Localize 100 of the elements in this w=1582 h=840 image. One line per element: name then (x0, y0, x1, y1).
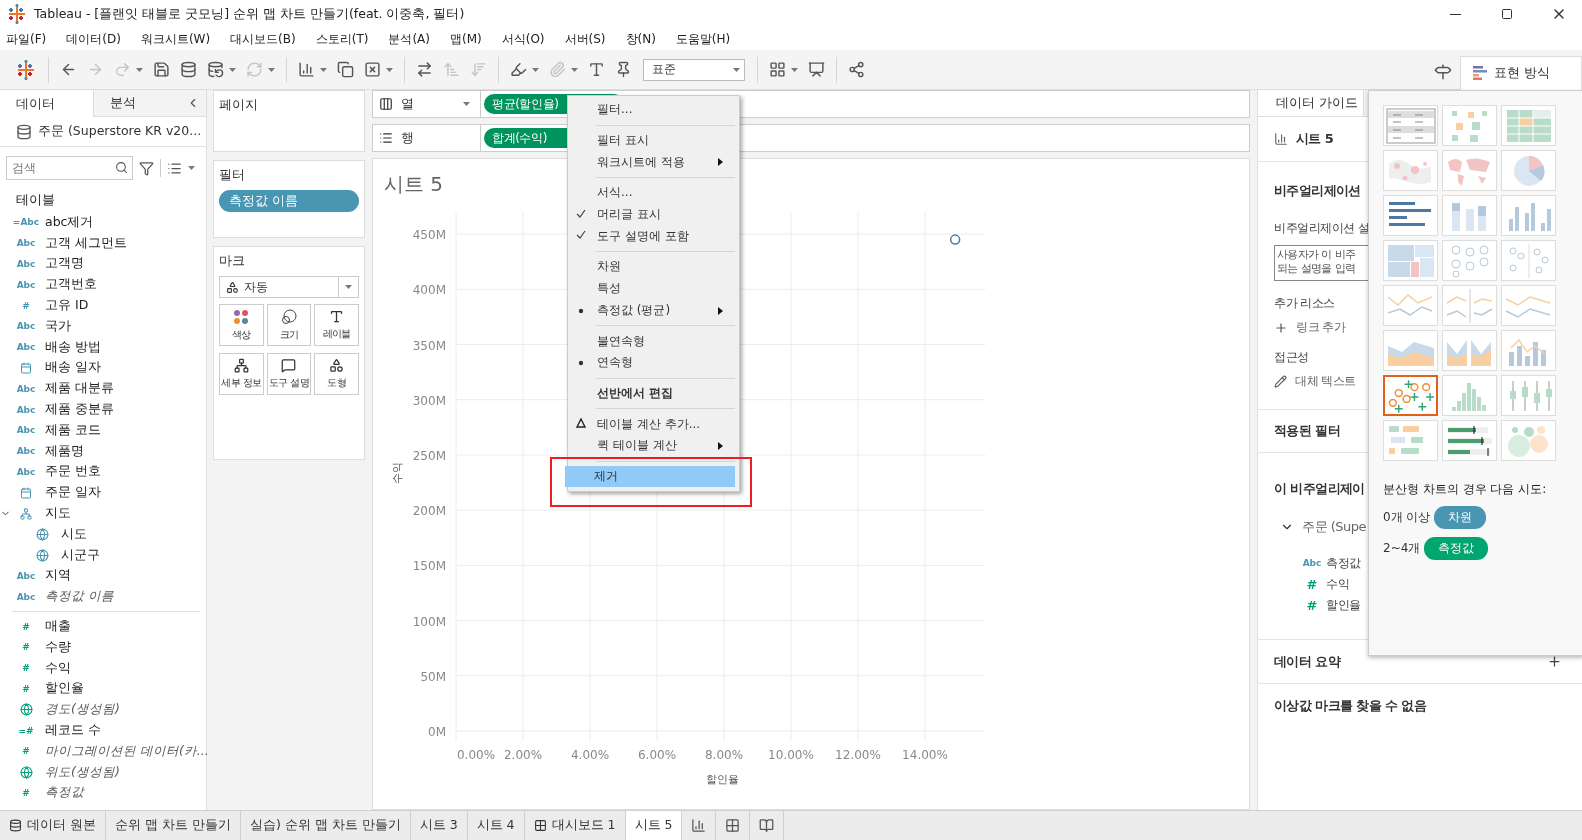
mark-property-button[interactable]: 레이블 (314, 304, 359, 346)
data-point[interactable] (949, 234, 961, 245)
plus-icon[interactable] (1547, 654, 1562, 669)
pane-tab[interactable]: 분석 (92, 90, 186, 117)
x-axis-tick-label: 10.00% (768, 748, 814, 762)
menu-item[interactable]: 스토리(T) (315, 30, 377, 48)
menu-item[interactable]: 창(N) (625, 30, 664, 48)
context-menu-item[interactable]: 차원 (568, 256, 735, 278)
field-name[interactable]: 수량 (45, 638, 71, 656)
field-type-label: # (1305, 576, 1319, 592)
context-menu-item[interactable]: 워크시트에 적용 (568, 151, 735, 174)
field-type-label: Abc (15, 570, 37, 581)
signpost-icon[interactable] (1434, 62, 1452, 81)
menu-item[interactable]: 워크시트(W) (140, 30, 219, 48)
field-type-label: # (21, 642, 31, 653)
field-name[interactable]: 매출 (45, 618, 71, 636)
field-name[interactable]: 시도 (61, 525, 87, 543)
mark-property-button[interactable]: 도구 설명 (266, 353, 312, 395)
caret-icon (733, 67, 740, 72)
context-menu-item[interactable]: 퀵 테이블 계산 (568, 434, 735, 457)
field-name[interactable]: 고객번호 (45, 276, 97, 294)
sheet-tab[interactable]: 시트 5 (625, 811, 683, 840)
add-link[interactable]: 링크 추가 (1296, 320, 1346, 335)
menu-item[interactable]: 맵(M) (450, 30, 490, 48)
sheet-tab[interactable]: 순위 맵 차트 만들기 (106, 811, 241, 840)
field-name[interactable]: 측정값 이름 (45, 588, 114, 606)
context-menu-item[interactable]: 테이블 계산 추가... (568, 413, 735, 435)
mark-property-button[interactable]: 색상 (219, 304, 264, 346)
field-name[interactable]: 수익 (45, 659, 71, 677)
field-type-label: Abc (15, 466, 37, 477)
context-menu-item[interactable]: 도구 설명에 포함 (568, 225, 735, 248)
context-menu-item[interactable]: 머리글 표시 (568, 203, 735, 226)
menu-item[interactable]: 서식(O) (501, 30, 553, 48)
field-name[interactable]: 배송 일자 (45, 359, 101, 377)
field-name[interactable]: 고객명 (45, 255, 84, 273)
show-me-tab[interactable]: 표현 방식 (1460, 55, 1582, 90)
mark-property-button[interactable]: 도형 (314, 353, 359, 395)
section-heading: 데이터 요약 (1274, 652, 1340, 671)
context-menu-item[interactable]: 연속형 (568, 351, 735, 374)
context-menu-item[interactable]: 제거 (565, 465, 735, 488)
field-name[interactable]: 할인율 (45, 680, 84, 698)
menu-item[interactable]: 대시보드(B) (230, 30, 304, 48)
context-menu-item[interactable]: 서식... (568, 182, 735, 204)
field-name[interactable]: 배송 방법 (45, 338, 101, 356)
sheet-tab[interactable]: 시트 3 (410, 811, 468, 840)
field-name[interactable]: 주문 일자 (45, 484, 101, 502)
context-menu-item[interactable]: 불연속형 (568, 330, 735, 352)
sheet-tab[interactable]: 실습) 순위 맵 차트 만들기 (240, 811, 411, 840)
field-name[interactable]: 시군구 (61, 546, 100, 564)
field-name[interactable]: 제품 중분류 (45, 401, 114, 419)
field-type-label: # (21, 300, 31, 311)
field-name[interactable]: 국가 (45, 317, 71, 335)
checkmark-icon (576, 208, 586, 218)
field-name[interactable]: 레코드 수 (45, 722, 101, 739)
field-name[interactable]: 제품 대분류 (45, 380, 114, 398)
duplicate-icon (337, 61, 354, 78)
x-axis-tick-label: 6.00% (637, 748, 677, 762)
mark-property-button[interactable]: 크기 (266, 304, 312, 346)
sheet-tab[interactable]: 시트 4 (467, 811, 525, 840)
field-name[interactable]: 지도 (45, 505, 71, 523)
field-name[interactable]: 지역 (45, 567, 71, 585)
description-field[interactable]: 사용자가 이 비주 되는 설명을 입력 (1274, 245, 1368, 281)
tableau-logo-icon[interactable] (6, 3, 28, 25)
chart-type-button[interactable] (1383, 375, 1438, 416)
sheet-tab[interactable]: 데이터 원본 (0, 811, 106, 840)
context-menu-item[interactable]: 측정값 (평균) (568, 299, 735, 322)
tableau-logo-icon[interactable] (15, 58, 37, 81)
field-name[interactable]: 제품명 (45, 442, 84, 460)
caret-icon (791, 67, 798, 72)
mark-type-dropdown[interactable]: 자동 (219, 276, 359, 298)
card-title: 마크 (219, 253, 246, 270)
list-view-icon[interactable] (167, 160, 182, 176)
field-type-label: Abc (15, 591, 37, 602)
back-arrow-icon (60, 61, 77, 78)
filter-icon[interactable] (139, 160, 154, 176)
datasource-name[interactable]: 주문 (Superstore KR v20... (38, 123, 202, 140)
search-field[interactable]: 검색 (6, 156, 133, 180)
field-type-label: # (21, 621, 31, 632)
field-name[interactable]: 고유 ID (45, 297, 89, 315)
field-name[interactable]: 주문 번호 (45, 463, 101, 481)
data-guide-tab[interactable]: 데이터 가이드 (1258, 90, 1364, 116)
field-name[interactable]: 경도(생성됨) (45, 701, 120, 719)
field-name[interactable]: 마이그레이션된 데이터(카... (45, 742, 209, 760)
fit-dropdown[interactable]: 표준 (643, 58, 745, 81)
sheet-tab[interactable]: 대시보드 1 (524, 811, 626, 840)
menu-item[interactable]: 도움말(H) (675, 30, 739, 48)
field-name[interactable]: 위도(생성됨) (45, 763, 120, 781)
menu-item[interactable]: 파일(F) (6, 30, 55, 48)
field-name[interactable]: 측정값 (45, 784, 84, 802)
field-name[interactable]: 제품 코드 (45, 421, 101, 439)
menu-item[interactable]: 서버(S) (564, 30, 614, 48)
context-menu-item[interactable]: 선반에서 편집 (568, 382, 735, 405)
mark-property-button[interactable]: 세부 정보 (219, 353, 264, 395)
menu-item[interactable]: 분석(A) (388, 30, 438, 48)
field-name[interactable]: 고객 세그먼트 (45, 234, 127, 252)
menu-item[interactable]: 데이터(D) (66, 30, 129, 48)
alt-text-link[interactable]: 대체 텍스트 (1295, 374, 1356, 389)
calendar-icon (20, 361, 32, 374)
context-menu-item[interactable]: 특성 (568, 277, 735, 300)
field-name[interactable]: abc제거 (45, 213, 94, 231)
